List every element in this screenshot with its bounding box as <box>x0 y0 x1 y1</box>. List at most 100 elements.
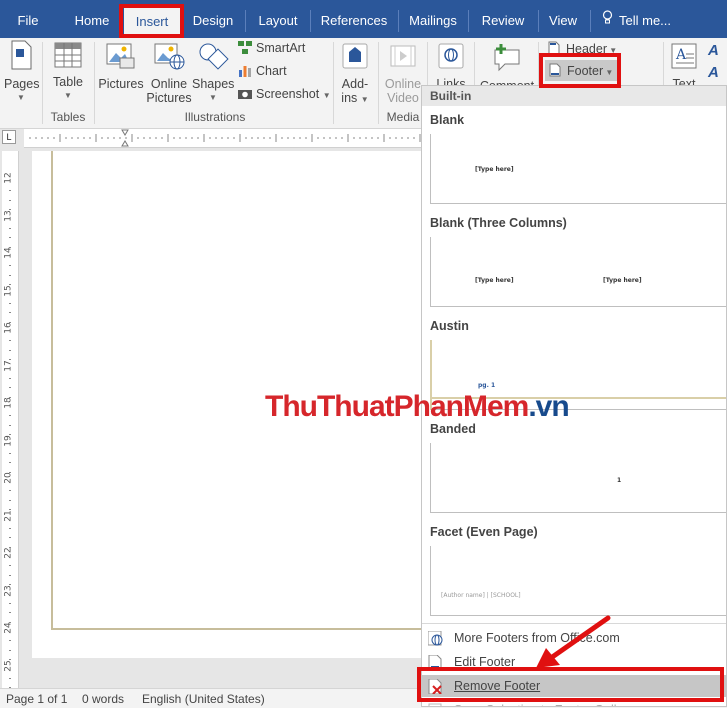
tab-review[interactable]: Review <box>471 0 535 38</box>
remove-footer-icon <box>428 678 443 695</box>
smartart-icon <box>238 41 252 54</box>
chevron-down-icon: ▼ <box>17 93 25 102</box>
ruler-tick <box>9 490 11 492</box>
gallery-title-blank: Blank <box>430 113 465 127</box>
ruler-tick <box>9 387 11 389</box>
tab-file[interactable]: File <box>8 0 48 38</box>
hanging-indent-marker[interactable] <box>121 140 129 147</box>
ruler-number: 23 <box>3 584 14 597</box>
tell-me-search[interactable]: Tell me... <box>602 0 671 38</box>
ruler-number: 13 <box>3 209 14 222</box>
screenshot-label: Screenshot <box>256 87 320 101</box>
group-label-tables: Tables <box>50 110 86 124</box>
camera-icon <box>238 87 252 100</box>
ruler-number: 20 <box>3 472 14 484</box>
ruler-number: 24 <box>3 622 14 634</box>
ruler-tick <box>9 377 11 379</box>
ruler-tick <box>9 199 11 201</box>
ruler-tick <box>9 452 11 454</box>
chart-icon <box>238 64 252 77</box>
ruler-tick <box>9 312 11 314</box>
tab-selector-icon[interactable]: L <box>2 130 16 144</box>
online-pictures-label-1: Online <box>150 77 188 91</box>
pages-icon <box>4 40 38 73</box>
tab-view[interactable]: View <box>541 0 585 38</box>
tab-design[interactable]: Design <box>184 0 242 38</box>
header-button[interactable]: Header ▼ <box>548 41 617 56</box>
tab-separator <box>590 10 591 32</box>
edit-footer-label: Edit Footer <box>454 655 516 669</box>
ruler-number: 19 <box>3 434 14 447</box>
group-separator <box>94 42 95 124</box>
footer-placeholder: [Type here] <box>603 277 642 284</box>
online-video-button[interactable]: Online Video <box>382 42 424 105</box>
tab-mailings[interactable]: Mailings <box>401 0 465 38</box>
tab-references[interactable]: References <box>313 0 395 38</box>
ruler-tick <box>9 527 11 529</box>
screenshot-button[interactable]: Screenshot ▼ <box>238 87 331 101</box>
tab-separator <box>468 10 469 32</box>
gallery-title-facet-even-page: Facet (Even Page) <box>430 525 538 539</box>
online-video-label-1: Online <box>384 77 422 91</box>
edit-footer-icon <box>428 654 443 671</box>
table-button[interactable]: Table ▼ <box>48 42 88 103</box>
ruler-number: 16 <box>3 322 14 334</box>
wordart-icon[interactable]: A <box>708 42 719 59</box>
office-globe-icon <box>427 630 443 646</box>
shapes-button[interactable]: Shapes ▼ <box>192 42 234 105</box>
pictures-label: Pictures <box>98 77 144 91</box>
group-separator <box>378 42 379 124</box>
ruler-number: 22 <box>3 547 14 559</box>
tab-home[interactable]: Home <box>64 0 120 38</box>
gallery-item-banded[interactable]: 1 <box>430 443 726 513</box>
footer-placeholder: [Type here] <box>475 277 514 284</box>
gallery-item-blank[interactable]: [Type here] <box>430 134 726 204</box>
gallery-item-facet-even-page[interactable]: [Author name] | [SCHOOL] <box>430 546 726 616</box>
chevron-down-icon: ▼ <box>603 68 614 77</box>
shapes-label: Shapes <box>192 77 235 91</box>
group-separator <box>333 42 334 124</box>
gallery-title-blank-three-columns: Blank (Three Columns) <box>430 216 567 230</box>
video-icon <box>382 42 424 73</box>
pictures-button[interactable]: Pictures <box>98 42 144 91</box>
ruler-number: 21 <box>3 509 14 522</box>
ruler-tick <box>9 274 11 276</box>
chevron-down-icon: ▼ <box>64 91 72 100</box>
footer-placeholder: [Author name] | [SCHOOL] <box>441 592 521 599</box>
footer-placeholder: [Type here] <box>475 166 514 173</box>
text-box-button[interactable]: A Text <box>666 42 702 91</box>
site-watermark-logo: ThuThuatPhanMem.vn <box>265 390 570 423</box>
ruler-tick <box>9 677 11 679</box>
tab-insert[interactable]: Insert <box>124 7 180 38</box>
save-selection-icon <box>428 703 443 706</box>
chart-button[interactable]: Chart <box>238 64 287 78</box>
ruler-number: 12 <box>3 172 14 184</box>
gallery-title-banded: Banded <box>430 422 476 436</box>
pages-button[interactable]: Pages ▼ <box>4 40 39 105</box>
ruler-tick <box>9 415 11 417</box>
online-pictures-button[interactable]: Online Pictures <box>146 42 192 105</box>
ruler-tick <box>9 537 11 539</box>
horizontal-ruler[interactable] <box>24 129 424 148</box>
tab-separator <box>398 10 399 32</box>
tab-layout[interactable]: Layout <box>249 0 307 38</box>
drop-cap-icon[interactable]: A <box>708 64 719 81</box>
group-separator <box>42 42 43 124</box>
table-icon <box>48 42 88 71</box>
ruler-number: 17 <box>3 359 14 372</box>
footer-button[interactable]: Footer ▼ <box>545 60 620 81</box>
ruler-tick <box>9 265 11 267</box>
shapes-icon <box>192 42 234 73</box>
ruler-tick <box>9 190 11 192</box>
ruler-tick <box>9 340 11 342</box>
smartart-button[interactable]: SmartArt <box>238 41 305 55</box>
gallery-item-blank-three-columns[interactable]: [Type here] [Type here] <box>430 237 726 307</box>
add-ins-button[interactable]: Add- ins ▼ <box>336 42 374 107</box>
vertical-ruler[interactable]: 12 13 14 15 16 17 18 19 20 21 22 23 24 25 <box>2 151 19 698</box>
ruler-number: 18 <box>3 397 14 409</box>
save-selection-menu-item[interactable]: Save Selection to Footer Gallery... <box>422 699 726 706</box>
ruler-tick <box>9 424 11 426</box>
links-button[interactable]: Links <box>431 42 471 91</box>
footer-icon <box>549 63 563 77</box>
first-line-indent-marker[interactable] <box>121 129 129 136</box>
